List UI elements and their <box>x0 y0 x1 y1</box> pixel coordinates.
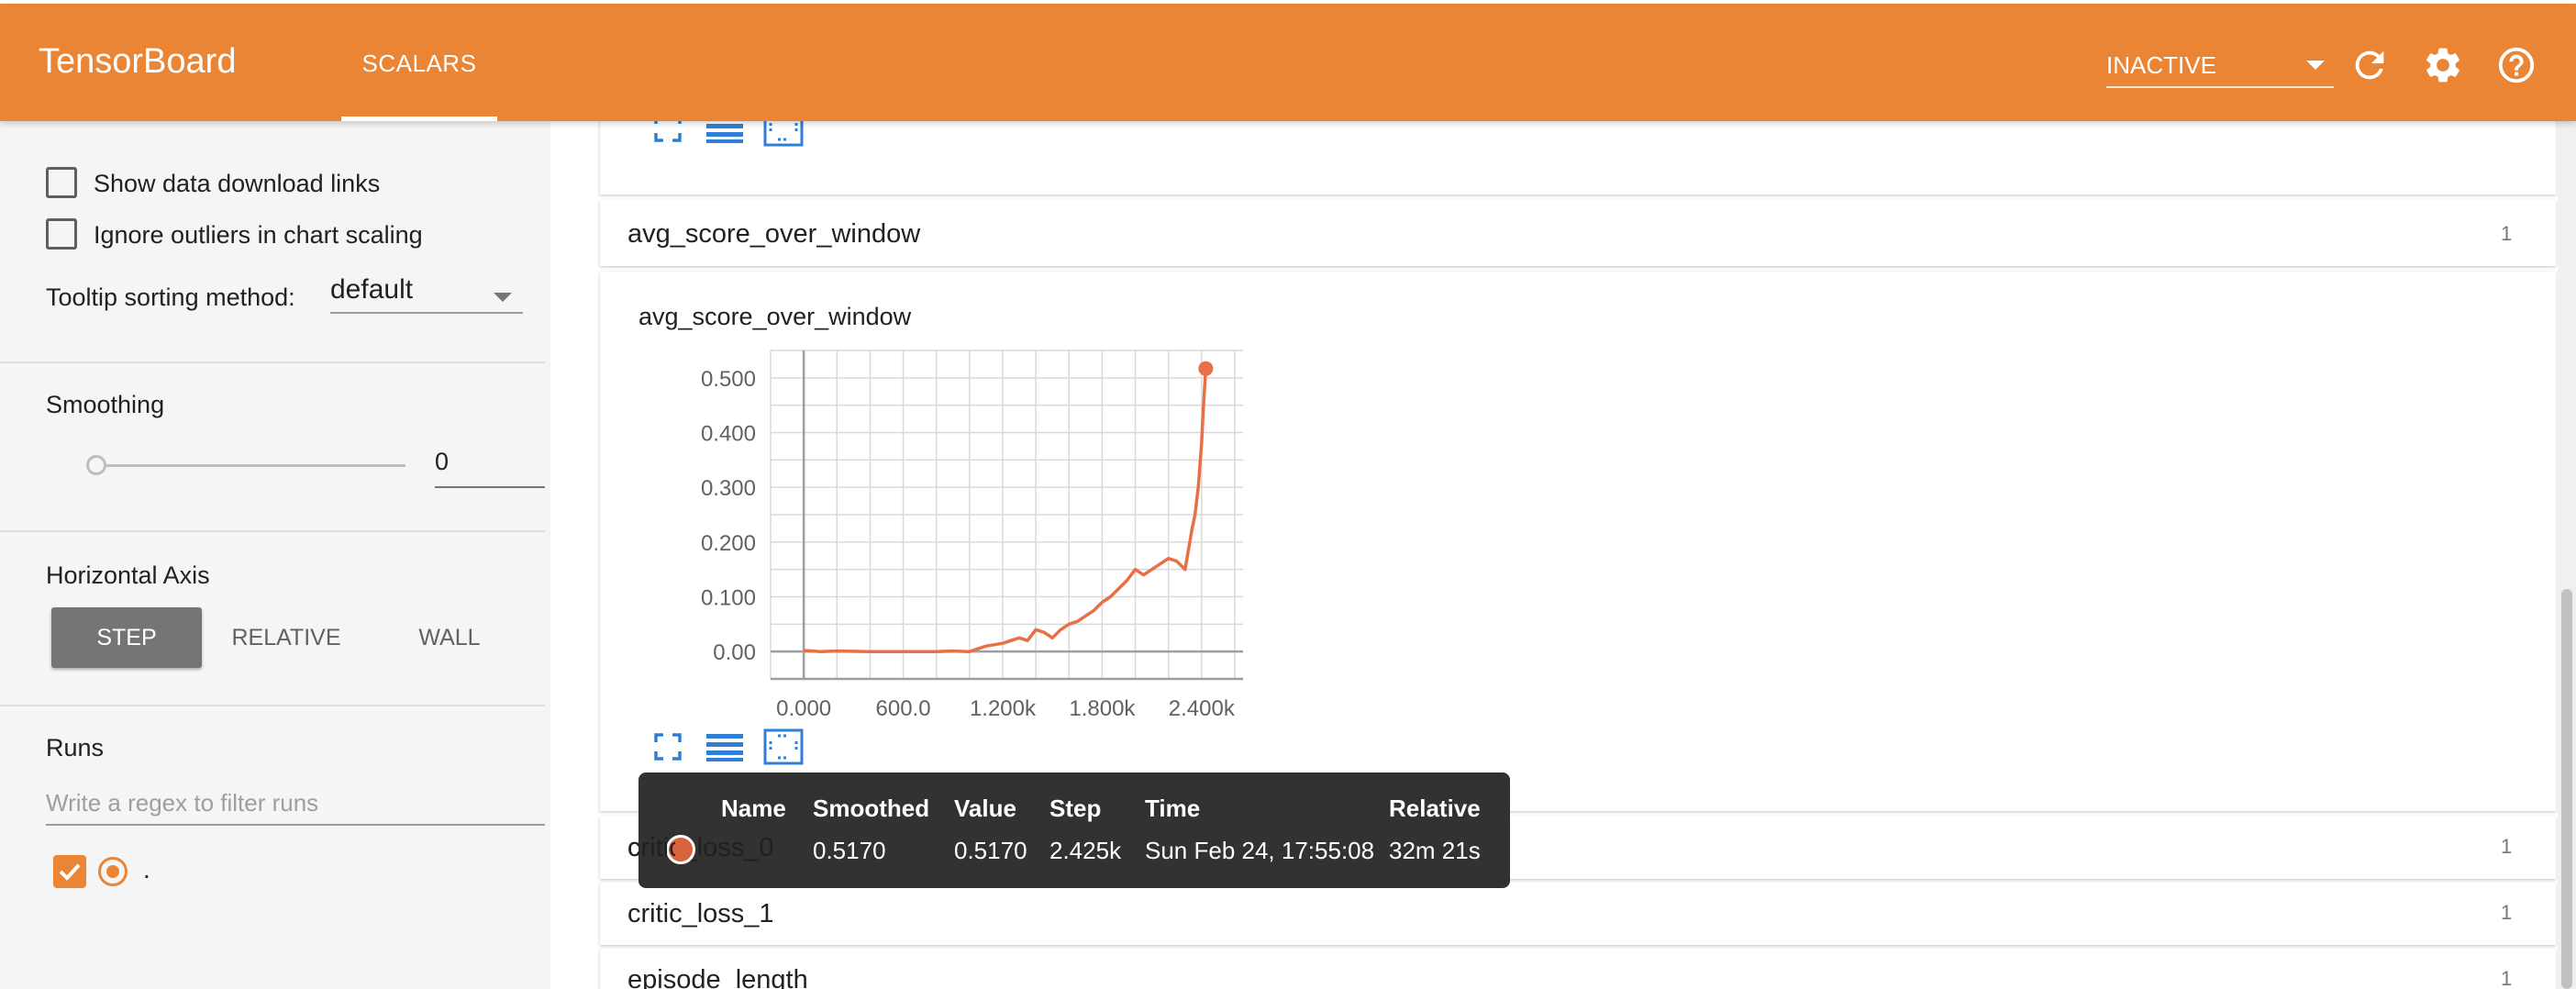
x-tick-label: 1.800k <box>1069 696 1136 721</box>
chevron-down-icon <box>494 293 512 302</box>
y-tick-label: 0.100 <box>701 586 756 611</box>
tooltip-sorting-dropdown[interactable]: default <box>330 268 523 314</box>
runs-filter-input[interactable]: Write a regex to filter runs <box>46 780 545 826</box>
fullscreen-icon[interactable] <box>653 732 683 761</box>
status-dropdown-value: INACTIVE <box>2106 51 2216 79</box>
settings-icon[interactable] <box>2422 44 2464 86</box>
divider <box>0 705 545 706</box>
highlight-point <box>1198 361 1214 376</box>
axis-relative-button[interactable]: RELATIVE <box>213 607 360 668</box>
axis-wall-button[interactable]: WALL <box>376 607 523 668</box>
tooltip-sorting-label: Tooltip sorting method: <box>46 283 295 311</box>
tooltip-time: Sun Feb 24, 17:55:08 <box>1145 837 1375 864</box>
fit-domain-icon[interactable] <box>763 728 804 765</box>
category-title: avg_score_over_window <box>627 219 921 249</box>
runs-title: Runs <box>46 734 105 761</box>
y-tick-label: 0.300 <box>701 476 756 501</box>
x-tick-label: 1.200k <box>970 696 1037 721</box>
category-header[interactable]: episode_length 1 <box>600 949 2556 989</box>
x-tick-label: 0.000 <box>776 696 831 721</box>
runs-filter-placeholder: Write a regex to filter runs <box>46 789 319 817</box>
category-count: 1 <box>2501 967 2513 989</box>
tab-underline <box>341 117 497 121</box>
toggle-log-scale-icon[interactable] <box>706 732 743 761</box>
y-tick-label: 0.400 <box>701 422 756 447</box>
y-tick-label: 0.200 <box>701 531 756 556</box>
tensorboard-page: TensorBoard SCALARS INACTIVE Show data d… <box>0 0 2576 989</box>
tab-scalars[interactable]: SCALARS <box>341 4 497 121</box>
smoothing-input[interactable]: 0 <box>435 440 545 488</box>
status-dropdown[interactable]: INACTIVE <box>2106 40 2334 88</box>
run-radio-button[interactable] <box>98 857 128 886</box>
scrollbar[interactable] <box>2558 121 2576 989</box>
top-bar: TensorBoard SCALARS INACTIVE <box>0 4 2576 121</box>
help-icon[interactable] <box>2495 44 2537 86</box>
tooltip-sorting-value: default <box>330 274 414 305</box>
tooltip-header-time: Time <box>1145 795 1201 822</box>
scrollbar-thumb[interactable] <box>2561 589 2572 989</box>
line-chart[interactable]: 0.00 0.100 0.200 0.300 0.400 0.500 0.000 600.0 1… <box>633 339 1294 725</box>
refresh-icon[interactable] <box>2348 44 2391 86</box>
tooltip-name-fragment-left: critic_loss_0 <box>627 833 675 862</box>
series-line <box>803 368 1208 653</box>
chart-tooltip: Name Smoothed Value Step Time Relative 0… <box>638 772 1510 888</box>
category-count: 1 <box>2501 222 2513 245</box>
app-title: TensorBoard <box>39 42 237 81</box>
divider <box>0 361 545 363</box>
show-download-links-checkbox[interactable] <box>46 167 77 198</box>
ignore-outliers-label: Ignore outliers in chart scaling <box>94 221 423 249</box>
run-label: . <box>143 855 150 883</box>
category-count: 1 <box>2501 835 2513 858</box>
tooltip-header-step: Step <box>1049 795 1102 822</box>
category-count: 1 <box>2501 901 2513 924</box>
category-title: critic_loss_1 <box>627 899 774 928</box>
chevron-down-icon <box>2306 61 2325 70</box>
x-tick-label: 2.400k <box>1169 696 1236 721</box>
y-tick-label: 0.00 <box>713 640 756 665</box>
y-tick-label: 0.500 <box>701 367 756 392</box>
ignore-outliers-checkbox[interactable] <box>46 218 77 250</box>
smoothing-slider-track[interactable] <box>95 464 405 467</box>
smoothing-value: 0 <box>435 448 450 475</box>
category-title: episode_length <box>627 965 808 989</box>
sidebar: Show data download links Ignore outliers… <box>0 121 550 989</box>
horizontal-axis-title: Horizontal Axis <box>46 561 210 589</box>
tooltip-header-value: Value <box>954 795 1016 822</box>
category-header[interactable]: avg_score_over_window 1 <box>600 200 2556 266</box>
tooltip-value: 0.5170 <box>954 837 1027 864</box>
tooltip-smoothed: 0.5170 <box>813 837 886 864</box>
x-tick-label: 600.0 <box>876 696 931 721</box>
tooltip-header-name: Name <box>721 795 786 822</box>
axis-step-button[interactable]: STEP <box>51 607 202 668</box>
show-download-links-label: Show data download links <box>94 170 381 197</box>
category-header[interactable]: critic_loss_1 1 <box>600 883 2556 945</box>
smoothing-title: Smoothing <box>46 391 165 418</box>
chart-title: avg_score_over_window <box>638 303 912 330</box>
divider <box>0 530 545 532</box>
tooltip-header-smoothed: Smoothed <box>813 795 930 822</box>
check-icon <box>59 863 81 881</box>
run-checkbox[interactable] <box>53 855 86 888</box>
tooltip-relative: 32m 21s <box>1389 837 1481 864</box>
smoothing-slider-knob[interactable] <box>86 455 106 475</box>
tooltip-header-relative: Relative <box>1389 795 1481 822</box>
tab-label: SCALARS <box>361 50 477 77</box>
tooltip-step: 2.425k <box>1049 837 1122 864</box>
